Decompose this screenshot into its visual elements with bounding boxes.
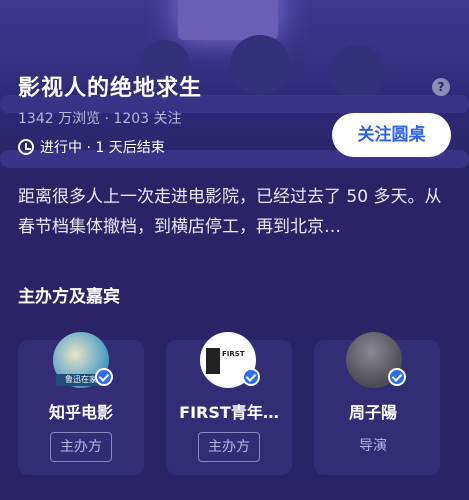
guest-role-label: 导演 <box>359 438 387 454</box>
guest-name[interactable]: 周子陽 <box>310 399 436 423</box>
hero-audience-illustration <box>330 45 385 100</box>
follow-roundtable-button[interactable]: 关注圆桌 <box>332 113 451 157</box>
roundtable-status: 进行中 · 1 天后结束 <box>18 137 165 157</box>
clock-icon <box>18 139 34 155</box>
guest-name[interactable]: FIRST青年… <box>166 399 292 423</box>
guest-role-badge: 主办方 <box>50 432 112 462</box>
verified-badge-icon <box>95 368 113 386</box>
status-text: 进行中 · 1 天后结束 <box>40 140 165 156</box>
roundtable-description[interactable]: 距离很多人上一次走进电影院，已经过去了 50 多天。从春节档集体撤档，到横店停工… <box>18 182 454 242</box>
avatar-logo-mark <box>206 348 220 374</box>
guest-name[interactable]: 知乎电影 <box>18 399 144 423</box>
hero-screen-illustration <box>178 0 278 40</box>
avatar-logo-text: FIRST <box>222 350 245 358</box>
question-icon[interactable]: ? <box>432 78 450 96</box>
verified-badge-icon <box>388 368 406 386</box>
section-title: 主办方及嘉宾 <box>18 287 120 307</box>
verified-badge-icon <box>242 368 260 386</box>
guest-role-badge: 主办方 <box>198 432 260 462</box>
hero-audience-illustration <box>230 35 290 95</box>
page-title: 影视人的绝地求生 <box>18 76 203 101</box>
roundtable-stats: 1342 万浏览 · 1203 关注 <box>18 111 182 127</box>
